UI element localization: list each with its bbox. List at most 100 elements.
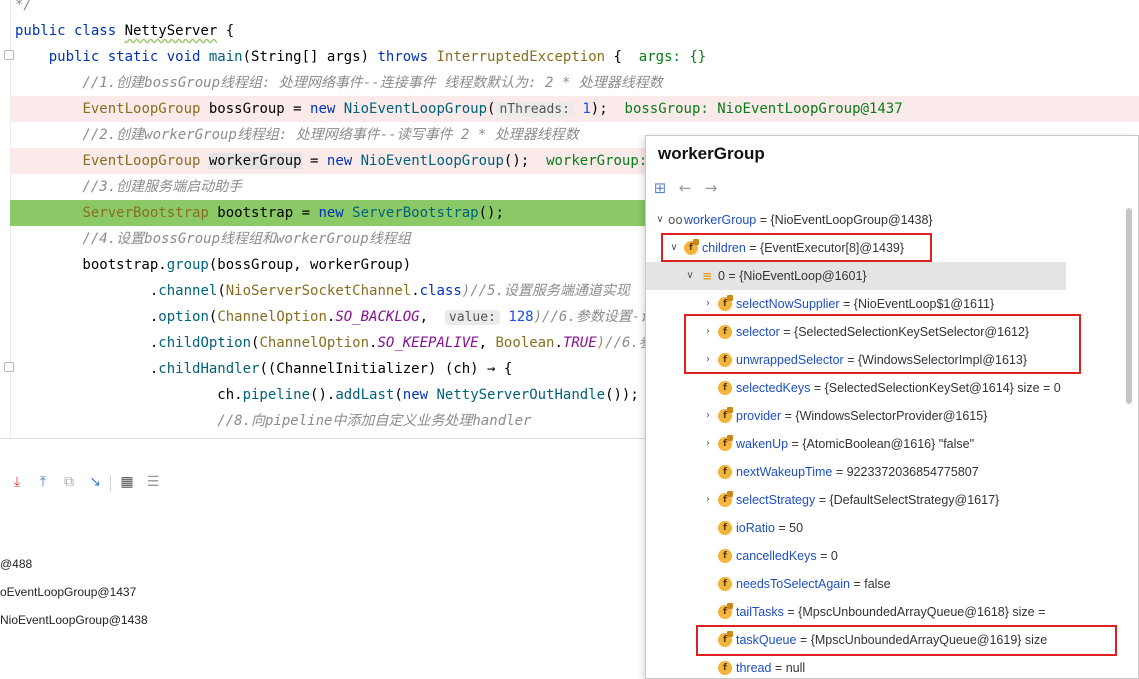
- code-token: childHandler: [158, 361, 260, 377]
- code-token: ServerBootstrap: [82, 205, 209, 221]
- code-token: //3.创建服务端启动助手: [15, 179, 243, 195]
- forward-arrow-icon[interactable]: →: [702, 178, 720, 198]
- tree-view-icon[interactable]: ⊞: [651, 178, 669, 198]
- code-token: throws: [377, 49, 437, 65]
- annotation-box-selector: [684, 314, 1081, 374]
- code-token: class: [419, 283, 462, 299]
- tree-node-label: 0 = {NioEventLoop@1601}: [718, 262, 867, 290]
- tree-node-label: needsToSelectAgain = false: [736, 570, 891, 598]
- final-field-icon: f: [718, 295, 733, 311]
- code-token: (: [394, 387, 403, 403]
- code-token: public class: [15, 23, 125, 39]
- tree-node-needstoselectagain[interactable]: f needsToSelectAgain = false: [646, 570, 1066, 598]
- popup-scrollbar[interactable]: [1126, 208, 1132, 404]
- code-line[interactable]: */: [0, 0, 1139, 18]
- tree-node-0[interactable]: ∨ ≡ 0 = {NioEventLoop@1601}: [646, 262, 1066, 290]
- code-token: EventLoopGroup: [82, 101, 201, 117]
- tree-node-selectstrategy[interactable]: › f selectStrategy = {DefaultSelectStrateg…: [646, 486, 1066, 514]
- code-token: =: [301, 153, 327, 169]
- variable-row[interactable]: oEventLoopGroup@1437: [0, 585, 136, 599]
- array-element-icon: ≡: [701, 269, 713, 283]
- field-icon: f: [718, 521, 732, 535]
- tree-node-tailtasks[interactable]: f tailTasks = {MpscUnboundedArrayQueue@16…: [646, 598, 1066, 626]
- code-token: SO_BACKLOG: [335, 309, 420, 325]
- code-line[interactable]: public class NettyServer {: [0, 18, 1139, 44]
- code-token: (: [217, 283, 226, 299]
- code-token: {: [605, 49, 639, 65]
- field-value: = {NioEventLoopGroup@1438}: [756, 213, 933, 227]
- code-token: NettyServerOutHandle: [436, 387, 606, 403]
- code-token: ((ChannelInitializer) (ch) → {: [259, 361, 513, 377]
- code-token: nThreads:: [495, 102, 574, 117]
- code-token: )//5.设置服务端通道实现: [461, 283, 630, 299]
- code-text: public static void main(String[] args) t…: [15, 44, 707, 70]
- code-token: option: [158, 309, 209, 325]
- code-line[interactable]: EventLoopGroup bossGroup = new NioEventL…: [10, 96, 1139, 122]
- fold-marker[interactable]: [4, 362, 14, 372]
- expand-chevron-icon[interactable]: ›: [702, 402, 714, 430]
- code-text: .childOption(ChannelOption.SO_KEEPALIVE,…: [15, 330, 681, 356]
- tree-node-thread[interactable]: f thread = null: [646, 654, 1066, 678]
- code-token: (bossGroup, workerGroup): [208, 257, 412, 273]
- code-token: bossGroup =: [200, 101, 311, 117]
- field-value: = {WindowsSelectorProvider@1615}: [781, 409, 988, 423]
- toolbar-separator: [110, 475, 111, 491]
- variable-tree: ∨ oo workerGroup = {NioEventLoopGroup@1438…: [646, 206, 1138, 678]
- code-text: bootstrap.group(bossGroup, workerGroup): [15, 252, 411, 278]
- tree-node-nextwakeuptime[interactable]: f nextWakeupTime = 9223372036854775807: [646, 458, 1066, 486]
- code-line[interactable]: public static void main(String[] args) t…: [0, 44, 1139, 70]
- variable-inspect-popup[interactable]: workerGroup ⊞ ← → ∨ oo workerGroup = {NioE…: [645, 135, 1139, 679]
- popup-title: workerGroup: [658, 144, 765, 163]
- tree-node-ioratio[interactable]: f ioRatio = 50: [646, 514, 1066, 542]
- collapse-chevron-icon[interactable]: ∨: [654, 206, 666, 234]
- table-icon[interactable]: ▦: [118, 473, 136, 491]
- code-token: NioEventLoopGroup: [360, 153, 504, 169]
- field-icon: f: [718, 661, 732, 675]
- download-icon[interactable]: ⤓: [8, 473, 26, 491]
- variable-row[interactable]: NioEventLoopGroup@1438: [0, 613, 148, 627]
- expand-chevron-icon[interactable]: ›: [702, 430, 714, 458]
- field-icon: f: [718, 549, 732, 563]
- field-name: tailTasks: [736, 605, 784, 619]
- list-icon[interactable]: ☰: [144, 473, 162, 491]
- code-token: );: [590, 101, 625, 117]
- field-name: 0: [718, 269, 725, 283]
- tree-node-provider[interactable]: › f provider = {WindowsSelectorProvider@16…: [646, 402, 1066, 430]
- code-token: NioServerSocketChannel: [225, 283, 412, 299]
- collapse-chevron-icon[interactable]: ∨: [684, 262, 696, 290]
- code-token: //4.设置bossGroup线程组和workerGroup线程组: [15, 231, 411, 247]
- field-value: = {AtomicBoolean@1616} "false": [788, 437, 975, 451]
- debugger-panel: ⤓ ⤒ ⧉ ↘ ▦ ☰ @488 oEventLoopGroup@1437 NioEventL…: [0, 438, 646, 679]
- tree-node-cancelledkeys[interactable]: f cancelledKeys = 0: [646, 542, 1066, 570]
- tree-node-selectedkeys[interactable]: f selectedKeys = {SelectedSelectionKeySet…: [646, 374, 1066, 402]
- variable-row[interactable]: @488: [0, 557, 32, 571]
- code-line[interactable]: //1.创建bossGroup线程组: 处理网络事件--连接事件 线程数默认为:…: [0, 70, 1139, 96]
- code-token: ChannelOption: [217, 309, 327, 325]
- code-text: ServerBootstrap bootstrap = new ServerBo…: [15, 200, 504, 226]
- back-arrow-icon[interactable]: ←: [676, 178, 694, 198]
- code-token: group: [166, 257, 209, 273]
- tree-node-workergroup[interactable]: ∨ oo workerGroup = {NioEventLoopGroup@1438…: [646, 206, 1066, 234]
- field-value: = 9223372036854775807: [832, 465, 979, 479]
- step-into-icon[interactable]: ↘: [86, 473, 104, 491]
- code-token: .: [554, 335, 563, 351]
- code-text: EventLoopGroup bossGroup = new NioEventL…: [15, 96, 903, 123]
- code-token: ChannelOption: [259, 335, 370, 351]
- restore-icon[interactable]: ⧉: [60, 473, 78, 491]
- code-token: ();: [478, 205, 504, 221]
- fold-marker[interactable]: [4, 50, 14, 60]
- field-name: thread: [736, 661, 772, 675]
- annotation-box-taskqueue: [696, 625, 1117, 656]
- field-value: = {NioEventLoop@1601}: [724, 269, 867, 283]
- code-token: childOption: [158, 335, 252, 351]
- upload-icon[interactable]: ⤒: [34, 473, 52, 491]
- expand-chevron-icon[interactable]: ›: [702, 486, 714, 514]
- field-value: = null: [771, 661, 806, 675]
- field-value: = false: [849, 577, 891, 591]
- tree-node-wakenup[interactable]: › f wakenUp = {AtomicBoolean@1616} "false": [646, 430, 1066, 458]
- code-token: ServerBootstrap: [352, 205, 479, 221]
- tree-node-label: cancelledKeys = 0: [736, 542, 838, 570]
- code-text: .childHandler((ChannelInitializer) (ch) …: [15, 356, 512, 382]
- field-name: provider: [736, 409, 782, 423]
